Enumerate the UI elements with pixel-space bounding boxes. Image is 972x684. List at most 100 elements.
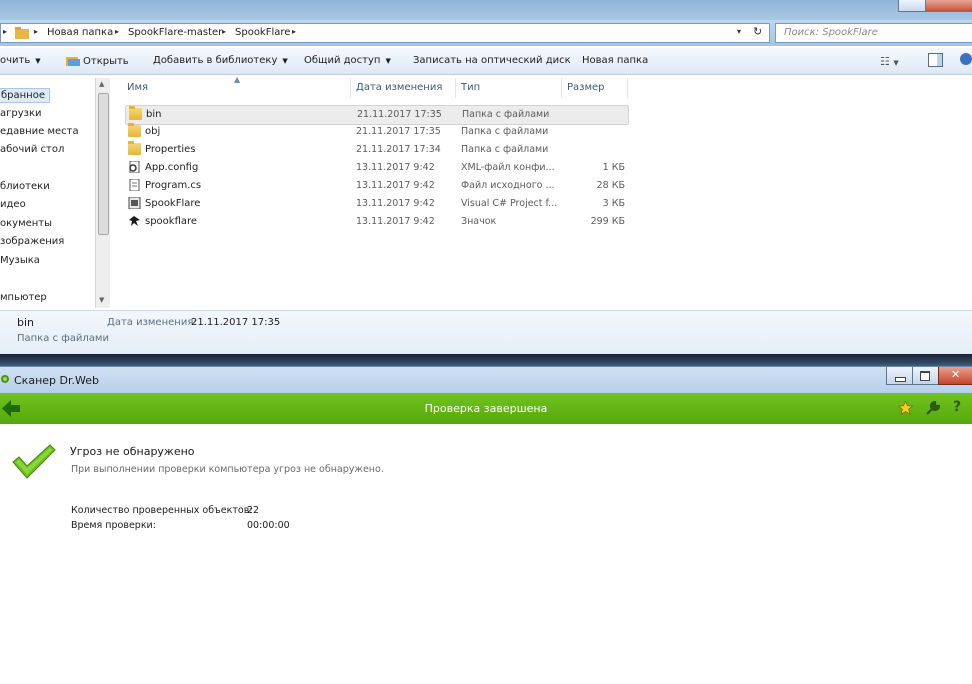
cs-file-icon: [129, 179, 140, 191]
breadcrumb-separator-icon[interactable]: ▸: [292, 27, 296, 36]
drweb-window-title: Сканер Dr.Web: [14, 374, 99, 387]
sort-indicator-icon: ▲: [234, 75, 241, 84]
column-divider[interactable]: [350, 78, 351, 98]
file-type: Папка с файлами: [461, 126, 549, 137]
details-item-name: bin: [17, 316, 35, 329]
folder-location-icon: [15, 27, 29, 39]
wrench-icon[interactable]: [926, 401, 940, 415]
breadcrumb-item[interactable]: SpookFlare-master: [128, 27, 222, 38]
scroll-up-icon[interactable]: ▲: [99, 80, 104, 88]
nav-item-favorites[interactable]: бранное: [0, 88, 50, 103]
drweb-maximize-button[interactable]: [912, 367, 939, 385]
checkmark-icon: [12, 444, 56, 479]
details-modified-value: 21.11.2017 17:35: [191, 317, 281, 328]
search-input[interactable]: Поиск: SpookFlare: [775, 23, 972, 43]
share-label: Общий доступ: [304, 55, 381, 66]
folder-icon: [129, 106, 142, 120]
drweb-title-bar: Сканер Dr.Web ✕: [0, 366, 972, 394]
ico-file-icon: [129, 216, 140, 226]
folder-icon: [128, 123, 141, 137]
stat-value-time: 00:00:00: [247, 520, 290, 531]
file-name: bin: [146, 109, 162, 120]
scroll-down-icon[interactable]: ▼: [99, 296, 104, 304]
stat-value-scanned: 22: [247, 505, 260, 516]
explorer-maximize-button[interactable]: [898, 0, 926, 12]
open-label: Открыть: [83, 56, 129, 67]
nav-item-desktop[interactable]: абочий стол: [0, 144, 64, 155]
result-title: Угроз не обнаружено: [70, 445, 195, 458]
file-row[interactable]: obj 21.11.2017 17:35 Папка с файлами: [125, 123, 627, 141]
file-row[interactable]: spookflare 13.11.2017 9:42 Значок 299 КБ: [125, 213, 627, 231]
chevron-down-icon: ▼: [35, 57, 41, 65]
organize-menu[interactable]: очить ▼: [0, 55, 41, 66]
burn-disc-button[interactable]: Записать на оптический диск: [413, 55, 571, 66]
command-toolbar: очить ▼ Открыть Добавить в библиотеку ▼ Об…: [0, 48, 972, 75]
breadcrumb-separator-icon[interactable]: ▸: [115, 27, 119, 36]
file-row[interactable]: SpookFlare 13.11.2017 9:42 Visual C# Pro…: [125, 195, 627, 213]
nav-item-video[interactable]: идео: [0, 199, 26, 210]
star-icon[interactable]: [898, 401, 913, 415]
nav-arrow-icon[interactable]: ▸: [3, 27, 7, 36]
file-type: Visual C# Project f...: [461, 198, 558, 209]
column-header-date[interactable]: Дата изменения: [356, 82, 442, 93]
nav-item-downloads[interactable]: агрузки: [0, 108, 42, 119]
new-folder-button[interactable]: Новая папка: [582, 55, 648, 66]
navigation-pane: бранное агрузки едавние места абочий сто…: [0, 78, 95, 308]
csproj-file-icon: [128, 197, 141, 209]
column-divider[interactable]: [561, 78, 562, 98]
explorer-close-button[interactable]: [925, 0, 972, 12]
file-name: Properties: [145, 144, 196, 155]
drweb-close-button[interactable]: ✕: [938, 367, 972, 385]
address-bar[interactable]: ▸ ▸ Новая папка ▸ SpookFlare-master ▸ Sp…: [0, 23, 770, 43]
folder-icon: [128, 141, 141, 155]
explorer-title-bar: [0, 0, 972, 20]
drweb-minimize-button[interactable]: [886, 367, 913, 385]
stat-label-scanned: Количество проверенных объектов:: [71, 505, 253, 516]
column-header-type[interactable]: Тип: [461, 82, 480, 93]
file-type: Папка с файлами: [462, 109, 550, 120]
file-row[interactable]: App.config 13.11.2017 9:42 XML-файл конф…: [125, 159, 627, 177]
preview-pane-icon[interactable]: [928, 53, 943, 70]
open-button[interactable]: Открыть: [66, 55, 129, 67]
file-date: 13.11.2017 9:42: [356, 216, 435, 227]
file-row[interactable]: Properties 21.11.2017 17:34 Папка с файл…: [125, 141, 627, 159]
navigation-scrollbar[interactable]: ▲ ▼: [95, 78, 110, 308]
column-header-name[interactable]: Имя: [127, 82, 148, 93]
file-date: 21.11.2017 17:35: [356, 126, 441, 137]
file-list: ▲ Имя Дата изменения Тип Размер bin 21.1…: [110, 75, 972, 308]
config-file-icon: [129, 161, 140, 173]
file-row[interactable]: Program.cs 13.11.2017 9:42 Файл исходног…: [125, 177, 627, 195]
file-date: 21.11.2017 17:34: [356, 144, 441, 155]
nav-item-documents[interactable]: окументы: [0, 218, 52, 229]
drweb-header-bar: Проверка завершена ?: [0, 393, 972, 424]
help-icon[interactable]: [960, 53, 972, 68]
file-size: 1 КБ: [602, 162, 625, 173]
view-options-icon[interactable]: ☷ ▼: [880, 55, 899, 68]
column-header-size[interactable]: Размер: [567, 82, 605, 93]
column-divider[interactable]: [627, 78, 628, 98]
nav-item-recent-places[interactable]: едавние места: [0, 126, 79, 137]
add-to-library-label: Добавить в библиотеку: [153, 55, 278, 66]
file-row[interactable]: bin 21.11.2017 17:35 Папка с файлами: [125, 105, 629, 125]
breadcrumb-item[interactable]: Новая папка: [47, 27, 113, 38]
breadcrumb-separator-icon[interactable]: ▸: [222, 27, 226, 36]
chevron-down-icon: ▼: [385, 57, 391, 65]
nav-item-libraries[interactable]: блиотеки: [0, 181, 50, 192]
details-pane: bin Дата изменения: 21.11.2017 17:35 Пап…: [0, 310, 972, 355]
add-to-library-menu[interactable]: Добавить в библиотеку ▼: [153, 55, 288, 66]
column-divider[interactable]: [455, 78, 456, 98]
refresh-icon[interactable]: ↻: [753, 25, 762, 38]
help-icon[interactable]: ?: [953, 399, 961, 415]
file-name: obj: [145, 126, 161, 137]
stat-label-time: Время проверки:: [71, 520, 156, 531]
breadcrumb-separator-icon[interactable]: ▸: [34, 27, 38, 36]
scrollbar-thumb[interactable]: [98, 93, 109, 235]
share-menu[interactable]: Общий доступ ▼: [304, 55, 391, 66]
file-date: 13.11.2017 9:42: [356, 198, 435, 209]
chevron-down-icon[interactable]: ▾: [737, 27, 741, 36]
file-name: Program.cs: [145, 180, 202, 191]
breadcrumb-item[interactable]: SpookFlare: [235, 27, 290, 38]
nav-item-computer[interactable]: мпьютер: [0, 292, 47, 303]
nav-item-pictures[interactable]: зображения: [0, 236, 64, 247]
nav-item-music[interactable]: Музыка: [0, 255, 40, 266]
